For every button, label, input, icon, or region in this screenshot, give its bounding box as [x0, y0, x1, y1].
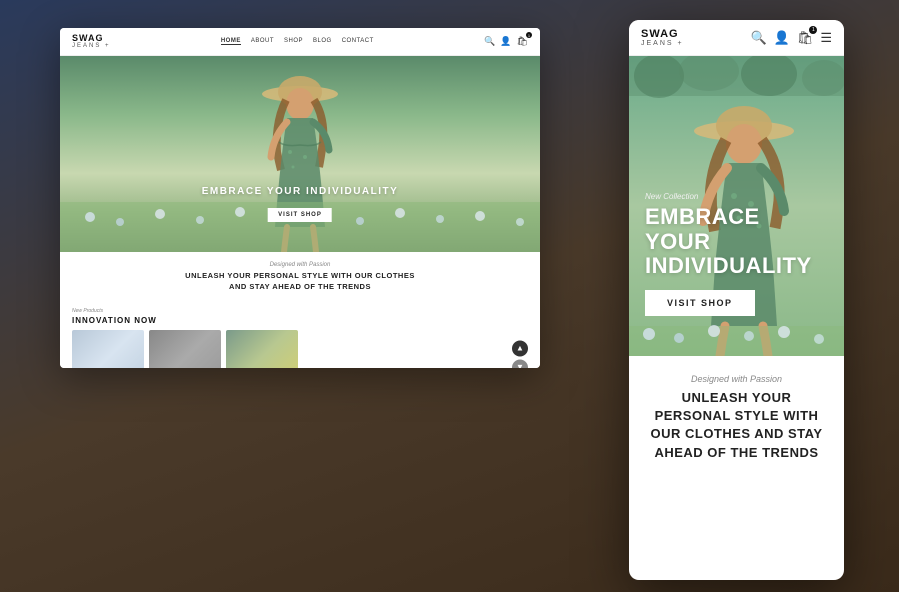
mobile-hero-overlay: New Collection EMBRACE YOUR INDIVIDUALIT…	[645, 192, 828, 316]
search-icon[interactable]: 🔍	[484, 36, 495, 47]
desktop-products: New Products INNOVATION NOW ▲ ▼	[60, 302, 540, 368]
mobile-logo: SWAG JEANS +	[641, 29, 684, 47]
desktop-navbar: SWAG JEANS + HOME ABOUT SHOP BLOG CONTAC…	[60, 28, 540, 56]
desktop-headline-line2: AND STAY AHEAD OF THE TRENDS	[229, 282, 371, 291]
mobile-nav-icons: 🔍 👤 🛍 1 ☰	[750, 30, 832, 46]
desktop-designed-with: Designed with Passion	[80, 262, 520, 268]
desktop-hero-text: EMBRACE YOUR INDIVIDUALITY VISIT SHOP	[202, 186, 399, 222]
desktop-logo: SWAG JEANS +	[72, 34, 111, 49]
scene: SWAG JEANS + HOME ABOUT SHOP BLOG CONTAC…	[0, 0, 899, 592]
desktop-innovation-title: INNOVATION NOW	[72, 316, 528, 325]
cart-icon: 🛍	[517, 36, 528, 46]
carousel-buttons: ▲ ▼	[512, 340, 528, 368]
mobile-hero-title-line1: EMBRACE YOUR	[645, 204, 760, 253]
mobile-unleash-text: UNLEASH YOUR PERSONAL STYLE WITH OUR CLO…	[645, 389, 828, 462]
desktop-section: Designed with Passion UNLEASH YOUR PERSO…	[60, 252, 540, 302]
mobile-hero-title-line2: INDIVIDUALITY	[645, 253, 812, 278]
mobile-cart-badge: 1	[809, 26, 817, 34]
desktop-nav-home[interactable]: HOME	[221, 38, 241, 45]
cart-badge: 1	[526, 32, 532, 38]
desktop-unleash-text: UNLEASH YOUR PERSONAL STYLE WITH OUR CLO…	[80, 271, 520, 292]
product-thumb-1[interactable]	[72, 330, 144, 368]
desktop-nav-icons: 🔍 👤 🛍 1	[484, 36, 528, 47]
mobile-section: Designed with Passion UNLEASH YOUR PERSO…	[629, 356, 844, 480]
mobile-hero: New Collection EMBRACE YOUR INDIVIDUALIT…	[629, 56, 844, 356]
product-thumb-2[interactable]	[149, 330, 221, 368]
mobile-mockup: SWAG JEANS + 🔍 👤 🛍 1 ☰	[629, 20, 844, 580]
desktop-visit-shop-button[interactable]: VISIT SHOP	[268, 208, 332, 222]
mobile-headline-line2: PERSONAL STYLE WITH	[655, 408, 819, 423]
mobile-menu-icon[interactable]: ☰	[820, 30, 832, 46]
desktop-nav-about[interactable]: ABOUT	[251, 38, 274, 45]
desktop-nav-contact[interactable]: CONTACT	[342, 38, 374, 45]
mobile-new-collection-tag: New Collection	[645, 192, 828, 201]
desktop-product-thumbs: ▲ ▼	[72, 330, 528, 368]
desktop-hero-tagline: EMBRACE YOUR INDIVIDUALITY	[202, 186, 399, 197]
mobile-brand-sub: JEANS +	[641, 40, 684, 47]
mobile-designed-with: Designed with Passion	[645, 374, 828, 384]
product-thumb-3[interactable]	[226, 330, 298, 368]
mobile-headline-line1: UNLEASH YOUR	[682, 390, 792, 405]
desktop-nav: HOME ABOUT SHOP BLOG CONTACT	[221, 38, 374, 45]
mobile-navbar: SWAG JEANS + 🔍 👤 🛍 1 ☰	[629, 20, 844, 56]
user-icon[interactable]: 👤	[500, 36, 511, 47]
carousel-next-button[interactable]: ▲	[512, 340, 528, 356]
mobile-visit-shop-button[interactable]: VISIT SHOP	[645, 290, 755, 316]
cart-icon-wrapper[interactable]: 🛍 1	[517, 36, 528, 47]
desktop-mockup: SWAG JEANS + HOME ABOUT SHOP BLOG CONTAC…	[60, 28, 540, 368]
desktop-nav-blog[interactable]: BLOG	[313, 38, 332, 45]
desktop-hero: EMBRACE YOUR INDIVIDUALITY VISIT SHOP	[60, 56, 540, 252]
carousel-prev-button[interactable]: ▼	[512, 359, 528, 368]
mobile-brand-name: SWAG	[641, 29, 684, 40]
desktop-brand-name: SWAG	[72, 34, 111, 43]
mobile-headline-line3: OUR CLOTHES AND STAY	[650, 426, 822, 441]
desktop-nav-shop[interactable]: SHOP	[284, 38, 303, 45]
mobile-headline-line4: AHEAD OF THE TRENDS	[654, 445, 818, 460]
mobile-hero-title: EMBRACE YOUR INDIVIDUALITY	[645, 205, 828, 278]
mobile-user-icon[interactable]: 👤	[774, 30, 790, 46]
mobile-search-icon[interactable]: 🔍	[750, 30, 766, 46]
desktop-brand-sub: JEANS +	[72, 43, 111, 49]
desktop-new-products-label: New Products	[72, 308, 528, 314]
desktop-headline-line1: UNLEASH YOUR PERSONAL STYLE WITH OUR CLO…	[185, 271, 415, 280]
mobile-cart-wrapper[interactable]: 🛍 1	[797, 30, 814, 46]
